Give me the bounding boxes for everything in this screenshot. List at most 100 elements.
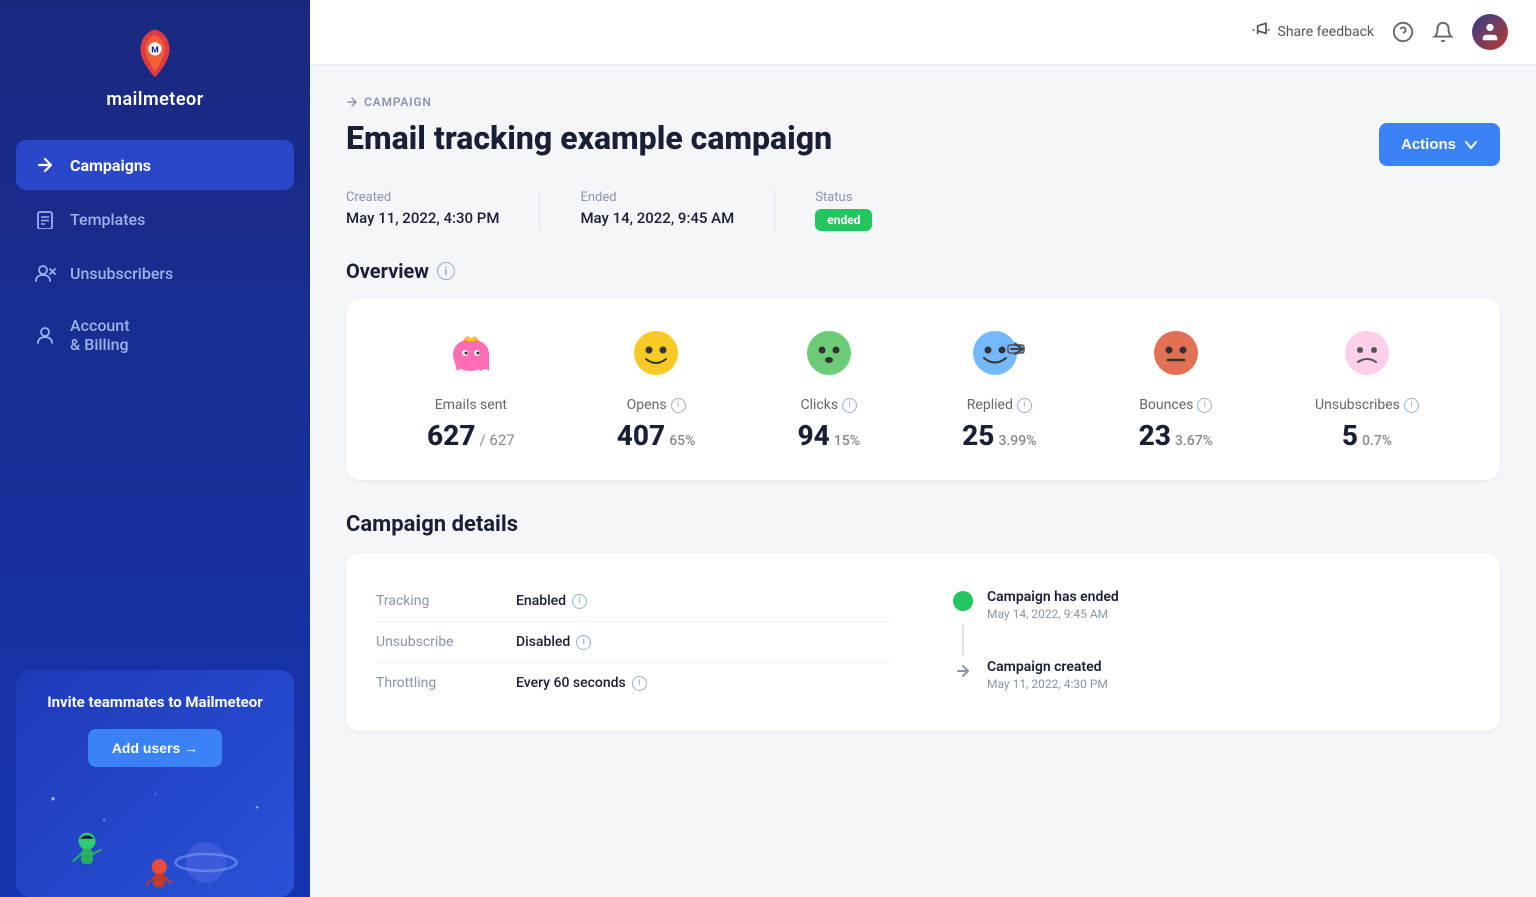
share-feedback-button[interactable]: Share feedback: [1251, 20, 1375, 44]
campaigns-icon: [34, 154, 56, 176]
clicks-value: 94 15%: [798, 419, 861, 452]
breadcrumb: CAMPAIGN: [346, 95, 1500, 109]
status-meta: Status ended: [815, 190, 912, 231]
unsubscribes-emoji: [1341, 327, 1393, 387]
breadcrumb-arrow-icon: [346, 96, 358, 108]
logo-text: mailmeteor: [106, 89, 203, 110]
emails-sent-label: Emails sent: [435, 397, 507, 413]
throttling-info-icon[interactable]: i: [632, 676, 647, 691]
help-icon[interactable]: [1392, 21, 1414, 43]
opens-info-icon[interactable]: i: [671, 398, 686, 413]
timeline-item-ended: Campaign has ended May 14, 2022, 9:45 AM: [953, 581, 1470, 629]
stat-unsubscribes: Unsubscribes i 5 0.7%: [1315, 327, 1419, 452]
stat-emails-sent: Emails sent 627 / 627: [427, 327, 515, 452]
clicks-info-icon[interactable]: i: [842, 398, 857, 413]
bounces-value: 23 3.67%: [1139, 419, 1213, 452]
unsubscribers-label: Unsubscribers: [70, 264, 173, 283]
timeline-created-title: Campaign created: [987, 659, 1108, 675]
bell-icon[interactable]: [1432, 21, 1454, 43]
stat-clicks: Clicks i 94 15%: [798, 327, 861, 452]
emails-sent-icon: [445, 327, 497, 379]
timeline-created-date: May 11, 2022, 4:30 PM: [987, 677, 1108, 691]
status-value: ended: [815, 209, 872, 231]
unsubscribes-label: Unsubscribes i: [1315, 397, 1419, 413]
throttling-value: Every 60 seconds i: [516, 675, 647, 691]
bounces-icon: [1150, 327, 1202, 379]
overview-card: Emails sent 627 / 627: [346, 299, 1500, 480]
replied-label: Replied i: [967, 397, 1032, 413]
created-meta: Created May 11, 2022, 4:30 PM: [346, 190, 540, 231]
tracking-info-icon[interactable]: i: [572, 594, 587, 609]
timeline-ended-title: Campaign has ended: [987, 589, 1119, 605]
unsubscribers-icon: [34, 262, 56, 284]
sidebar-item-campaigns[interactable]: Campaigns: [16, 140, 294, 190]
opens-label: Opens i: [627, 397, 686, 413]
unsubscribe-key: Unsubscribe: [376, 634, 496, 650]
sidebar-nav: Campaigns Templates: [0, 130, 310, 660]
add-users-button[interactable]: Add users →: [88, 729, 222, 767]
campaigns-label: Campaigns: [70, 156, 151, 175]
status-label: Status: [815, 190, 872, 205]
account-billing-label: Account& Billing: [70, 316, 130, 354]
stat-replied: Replied i 25 3.99%: [962, 327, 1036, 452]
created-value: May 11, 2022, 4:30 PM: [346, 209, 499, 227]
detail-row-unsubscribe: Unsubscribe Disabled i: [376, 622, 893, 663]
replied-info-icon[interactable]: i: [1017, 398, 1032, 413]
overview-info-icon[interactable]: i: [437, 262, 455, 280]
bounces-label: Bounces i: [1139, 397, 1212, 413]
content-area: CAMPAIGN Email tracking example campaign…: [310, 65, 1536, 897]
sidebar-item-unsubscribers[interactable]: Unsubscribers: [16, 248, 294, 298]
bounces-info-icon[interactable]: i: [1197, 398, 1212, 413]
opens-emoji: [630, 327, 682, 387]
megaphone-icon: [1251, 20, 1271, 44]
details-right: Campaign has ended May 14, 2022, 9:45 AM…: [953, 581, 1470, 703]
detail-row-tracking: Tracking Enabled i: [376, 581, 893, 622]
svg-text:M: M: [151, 46, 158, 56]
sidebar-item-templates[interactable]: Templates: [16, 194, 294, 244]
templates-icon: [34, 208, 56, 230]
status-badge: ended: [815, 209, 872, 231]
tracking-value: Enabled i: [516, 593, 587, 609]
unsubscribe-info-icon[interactable]: i: [576, 635, 591, 650]
opens-icon: [630, 327, 682, 379]
user-avatar[interactable]: [1472, 14, 1508, 50]
unsubscribes-info-icon[interactable]: i: [1404, 398, 1419, 413]
clicks-label: Clicks i: [801, 397, 858, 413]
replied-emoji: [971, 327, 1027, 387]
emails-sent-emoji: [445, 327, 497, 387]
page-title: Email tracking example campaign: [346, 119, 832, 157]
clicks-icon: [803, 327, 855, 379]
opens-value: 407 65%: [617, 419, 696, 452]
ended-meta: Ended May 14, 2022, 9:45 AM: [580, 190, 775, 231]
stat-bounces: Bounces i 23 3.67%: [1139, 327, 1213, 452]
actions-label: Actions: [1401, 136, 1456, 153]
timeline-dot-ended: [953, 591, 973, 611]
unsubscribes-value: 5 0.7%: [1342, 419, 1392, 452]
replied-value: 25 3.99%: [962, 419, 1036, 452]
timeline-item-created: Campaign created May 11, 2022, 4:30 PM: [953, 651, 1470, 699]
share-feedback-label: Share feedback: [1278, 24, 1375, 40]
stat-opens: Opens i 407 65%: [617, 327, 696, 452]
overview-section-title: Overview i: [346, 259, 1500, 283]
main-content: Share feedback CAMPAIGN: [310, 0, 1536, 897]
bounces-emoji: [1150, 327, 1202, 387]
invite-illustration: [36, 777, 274, 897]
clicks-emoji: [803, 327, 855, 387]
emails-sent-value: 627 / 627: [427, 419, 515, 452]
breadcrumb-label: CAMPAIGN: [364, 95, 432, 109]
detail-row-throttling: Throttling Every 60 seconds i: [376, 663, 893, 703]
details-card: Tracking Enabled i Unsubscribe Disabled …: [346, 553, 1500, 731]
tracking-key: Tracking: [376, 593, 496, 609]
unsubscribe-value: Disabled i: [516, 634, 591, 650]
sidebar: M mailmeteor Campaigns Templ: [0, 0, 310, 897]
invite-box: Invite teammates to Mailmeteor Add users…: [16, 670, 294, 897]
logo: M mailmeteor: [0, 0, 310, 130]
page-header: Email tracking example campaign Actions: [346, 119, 1500, 166]
unsubscribes-icon: [1341, 327, 1393, 379]
invite-title: Invite teammates to Mailmeteor: [36, 692, 274, 713]
logo-icon: M: [130, 28, 180, 83]
ended-value: May 14, 2022, 9:45 AM: [580, 209, 734, 227]
timeline-arrow-icon: [953, 661, 973, 681]
actions-button[interactable]: Actions: [1379, 123, 1500, 166]
sidebar-item-account-billing[interactable]: Account& Billing: [16, 302, 294, 368]
